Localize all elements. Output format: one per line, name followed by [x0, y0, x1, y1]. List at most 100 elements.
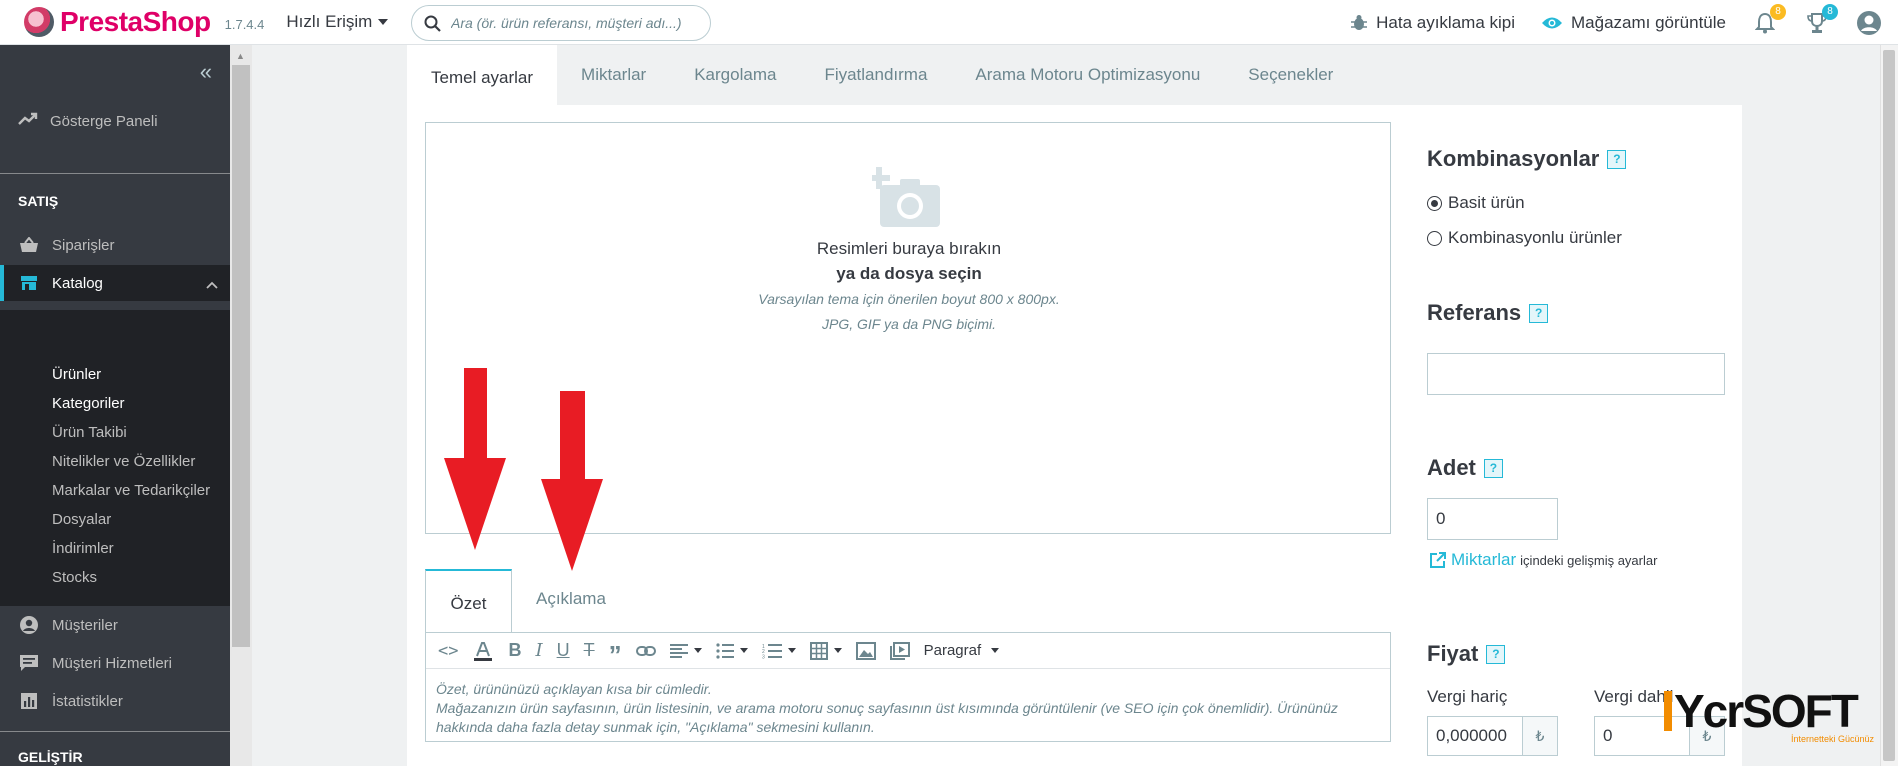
editor-toolbar: <> B I U T ” 123 Paragraf: [426, 633, 1390, 670]
numbered-list-dropdown[interactable]: 123: [762, 633, 796, 669]
sidebar-item-customer-service[interactable]: Müşteri Hizmetleri: [0, 645, 230, 681]
prestashop-logo[interactable]: PrestaShop: [24, 6, 211, 38]
scroll-up-arrow-icon[interactable]: ▲: [236, 51, 245, 61]
collapse-sidebar-icon[interactable]: «: [200, 59, 212, 85]
summary-placeholder-line: Özet, ürününüzü açıklayan kısa bir cümle…: [436, 681, 712, 697]
tab-seo[interactable]: Arama Motoru Optimizasyonu: [951, 45, 1224, 105]
radio-simple-product[interactable]: Basit ürün: [1427, 193, 1525, 213]
strikethrough-icon[interactable]: T: [584, 633, 595, 669]
simple-product-label: Basit ürün: [1448, 193, 1525, 212]
sidebar-item-stats[interactable]: İstatistikler: [0, 683, 230, 719]
radio-checked-icon: [1427, 195, 1442, 211]
bullet-list-icon: [716, 642, 734, 659]
achievements-button[interactable]: 8: [1804, 3, 1838, 36]
sidebar-item-catalog-label: Katalog: [52, 274, 103, 292]
paragraph-format-dropdown[interactable]: Paragraf: [924, 633, 1000, 669]
link-icon[interactable]: [635, 633, 656, 669]
tab-options[interactable]: Seçenekler: [1224, 45, 1357, 105]
image-icon[interactable]: [855, 633, 876, 669]
summary-editor[interactable]: <> B I U T ” 123 Paragraf Özet, ürününüz…: [425, 632, 1391, 742]
advanced-settings-text: içindeki gelişmiş ayarlar: [1520, 552, 1658, 568]
tax-included-label: Vergi dahil: [1594, 687, 1674, 706]
basket-icon: [18, 237, 40, 253]
underline-icon[interactable]: U: [557, 633, 570, 669]
view-store-link[interactable]: Mağazamı görüntüle: [1541, 13, 1726, 33]
catalog-submenu: Ürünler Kategoriler Ürün Takibi Nitelikl…: [0, 310, 230, 606]
search-box[interactable]: [411, 5, 711, 41]
debug-mode-label: Hata ayıklama kipi: [1376, 12, 1516, 32]
sidebar-divider: [0, 173, 230, 174]
blockquote-icon[interactable]: ”: [609, 633, 622, 670]
user-circle-icon: [18, 615, 40, 635]
page-scrollbar-thumb[interactable]: [1883, 50, 1895, 761]
align-dropdown[interactable]: [669, 633, 702, 669]
price-tax-excluded-input[interactable]: 0,000000: [1427, 716, 1523, 756]
search-input[interactable]: [451, 15, 691, 31]
debug-mode-link[interactable]: Hata ayıklama kipi: [1350, 13, 1515, 33]
choose-file-link[interactable]: ya da dosya seçin: [426, 264, 1392, 284]
quantity-heading: Adet ?: [1427, 455, 1503, 481]
submenu-item[interactable]: Ürün Takibi: [52, 424, 127, 441]
submenu-item[interactable]: Stocks: [52, 569, 97, 586]
italic-icon[interactable]: I: [535, 633, 542, 669]
section-develop-title: GELİŞTİR: [18, 749, 83, 765]
sidebar-item-dashboard[interactable]: Gösterge Paneli: [0, 103, 230, 139]
advanced-quantities-hint: Miktarlar içindeki gelişmiş ayarlar: [1429, 550, 1657, 570]
submenu-item[interactable]: Ürünler: [52, 366, 101, 383]
help-icon[interactable]: ?: [1529, 303, 1549, 323]
submenu-item[interactable]: İndirimler: [52, 540, 114, 557]
code-view-icon[interactable]: <>: [438, 633, 458, 669]
achievement-badge: 8: [1822, 3, 1838, 20]
logo-brand-main: Presta: [60, 6, 143, 37]
svg-text:3: 3: [762, 654, 765, 659]
with-combinations-label: Kombinasyonlu ürünler: [1448, 228, 1622, 247]
sidebar-scrollbar-thumb[interactable]: [232, 65, 250, 647]
sidebar-item-catalog[interactable]: Katalog: [0, 265, 230, 301]
sidebar-item-customers[interactable]: Müşteriler: [0, 607, 230, 643]
tab-quantities[interactable]: Miktarlar: [557, 45, 670, 105]
quick-access-label: Hızlı Erişim: [286, 12, 373, 31]
video-icon[interactable]: [889, 633, 910, 669]
prestashop-logo-icon: [24, 7, 54, 37]
tab-description[interactable]: Açıklama: [536, 589, 606, 609]
price-tax-included-value: 0: [1603, 726, 1613, 745]
bullet-list-dropdown[interactable]: [716, 633, 748, 669]
text-color-icon[interactable]: [472, 633, 494, 669]
quick-access-dropdown[interactable]: Hızlı Erişim: [286, 12, 389, 32]
radio-product-with-combinations[interactable]: Kombinasyonlu ürünler: [1427, 228, 1622, 248]
price-heading: Fiyat ?: [1427, 641, 1506, 667]
tab-pricing[interactable]: Fiyatlandırma: [800, 45, 951, 105]
tab-summary[interactable]: Özet: [425, 569, 512, 632]
sidebar-item-customer-service-label: Müşteri Hizmetleri: [52, 654, 173, 672]
logo-text: PrestaShop: [60, 6, 211, 38]
notifications-button[interactable]: 8: [1752, 3, 1786, 36]
quantity-value: 0: [1436, 509, 1446, 528]
tab-shipping[interactable]: Kargolama: [670, 45, 800, 105]
add-photo-icon: [868, 167, 944, 236]
red-arrow-down-icon: [444, 368, 506, 550]
user-avatar-icon: [1857, 10, 1881, 35]
sidebar-divider: [0, 731, 230, 732]
tab-basic-settings[interactable]: Temel ayarlar: [407, 45, 558, 105]
section-sales-title: SATIŞ: [18, 193, 59, 209]
submenu-item[interactable]: Kategoriler: [52, 395, 125, 412]
chevron-up-icon: [206, 276, 218, 293]
help-icon[interactable]: ?: [1483, 458, 1503, 478]
version-label: 1.7.4.4: [224, 16, 265, 32]
submenu-item[interactable]: Markalar ve Tedarikçiler: [52, 482, 210, 499]
view-store-label: Mağazamı görüntüle: [1571, 12, 1726, 32]
sidebar: « Gösterge Paneli SATIŞ Siparişler Katal…: [0, 45, 230, 766]
bold-icon[interactable]: B: [508, 633, 521, 669]
submenu-item[interactable]: Dosyalar: [52, 511, 111, 528]
table-dropdown[interactable]: [809, 633, 842, 669]
sidebar-item-orders[interactable]: Siparişler: [0, 227, 230, 263]
help-icon[interactable]: ?: [1486, 644, 1506, 664]
submenu-item[interactable]: Nitelikler ve Özellikler: [52, 453, 195, 470]
quantity-input[interactable]: 0: [1427, 498, 1558, 540]
quantities-link[interactable]: Miktarlar: [1451, 550, 1516, 570]
currency-addon: ₺: [1523, 716, 1558, 756]
help-icon[interactable]: ?: [1607, 149, 1627, 169]
user-account-button[interactable]: [1856, 10, 1882, 36]
reference-input[interactable]: [1427, 353, 1725, 395]
numbered-list-icon: 123: [762, 643, 782, 659]
